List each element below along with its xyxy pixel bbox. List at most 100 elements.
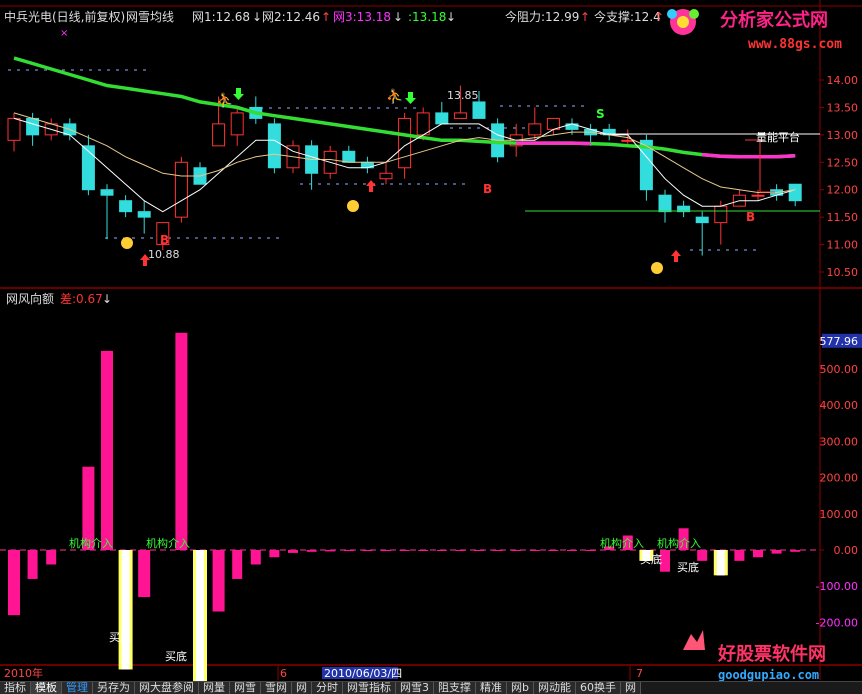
tab-4[interactable]: 网大盘参阅 xyxy=(135,682,199,694)
jigou-label-3: 机构介入 xyxy=(600,536,644,550)
w3-arrow: ↓ xyxy=(393,10,403,24)
date-month-7: 7 xyxy=(636,667,643,680)
wind-bar xyxy=(46,550,57,565)
w4-value: :13.18 xyxy=(408,10,446,24)
wind-bar xyxy=(697,550,708,561)
candle-body xyxy=(174,161,188,218)
buy-bottom-bar-core xyxy=(196,550,204,684)
maidi-label-1: 买底 xyxy=(109,630,131,644)
candle-body xyxy=(788,183,802,202)
tab-16[interactable]: 60换手 xyxy=(575,682,621,694)
wind-bar xyxy=(269,550,280,558)
date-month-6: 6 xyxy=(280,667,287,680)
indicator-name: 网雪均线 xyxy=(126,10,174,24)
tab-12[interactable]: 阻支撑 xyxy=(434,682,476,694)
money-bag-icon xyxy=(651,262,663,274)
wind-bar xyxy=(138,550,151,598)
wind-bar xyxy=(734,550,745,561)
jigou-label-4: 机构介入 xyxy=(657,536,701,550)
candle-body xyxy=(119,200,133,213)
wind-bar xyxy=(362,550,373,552)
watermark-bottom-url: goodgupiao.com xyxy=(718,668,819,682)
wind-bar xyxy=(232,550,243,579)
wind-bar xyxy=(455,550,466,551)
price-tick-label: 14.00 xyxy=(827,74,859,87)
candle-body xyxy=(695,216,709,224)
tab-1[interactable]: 模板 xyxy=(31,682,62,694)
tab-3[interactable]: 另存为 xyxy=(93,682,135,694)
tab-8[interactable]: 网 xyxy=(292,682,312,694)
tab-9[interactable]: 分时 xyxy=(312,682,343,694)
tab-15[interactable]: 网动能 xyxy=(533,682,576,694)
candle-body xyxy=(416,112,430,136)
wind-bar xyxy=(585,550,596,551)
volume-tick-label: 200.00 xyxy=(820,472,859,485)
wind-bar xyxy=(418,550,429,551)
tab-0[interactable]: 指标 xyxy=(0,682,31,694)
watermark-top-url: www.88gs.com xyxy=(748,37,842,52)
w1-arrow: ↓ xyxy=(252,10,262,24)
tab-2[interactable]: 管理 xyxy=(62,682,93,694)
tab-7[interactable]: 雪网 xyxy=(261,682,292,694)
wind-bar xyxy=(27,550,38,579)
wind-bar xyxy=(474,550,484,551)
volume-tick-label: -100.00 xyxy=(816,580,858,593)
w2-value: 网2:12.46 xyxy=(262,10,320,24)
candle-body xyxy=(342,150,356,163)
tab-5[interactable]: 网量 xyxy=(199,682,230,694)
tab-13[interactable]: 精准 xyxy=(476,682,507,694)
wind-bar xyxy=(511,550,522,551)
wind-bar xyxy=(325,550,336,552)
tab-10[interactable]: 网雪指标 xyxy=(343,682,396,694)
indicator-tab-bar: 指标 模板 管理 另存为 网大盘参阅 网量 网雪 雪网网分时 网雪指标 网雪3 阻支撑 精准 网b 网动能… xyxy=(0,681,862,694)
w1-value: 网1:12.68 xyxy=(192,10,250,24)
candle-body xyxy=(81,145,95,191)
candle-body xyxy=(267,123,281,169)
wind-bar xyxy=(381,550,391,552)
candle-body xyxy=(658,194,672,213)
wind-bar xyxy=(250,550,261,565)
buy-signal-B-1: B xyxy=(160,233,169,247)
wind-bar xyxy=(790,550,801,552)
buy-signal-B-2: B xyxy=(483,182,492,196)
jigou-label-2: 机构介入 xyxy=(146,536,190,550)
candle-body xyxy=(230,112,244,136)
resistance-value: 今阻力:12.99 xyxy=(505,9,579,24)
tab-11[interactable]: 网雪3 xyxy=(396,682,434,694)
wind-bar xyxy=(8,550,20,616)
sub-diff: 差:0.67 xyxy=(60,292,103,306)
candle-body xyxy=(751,194,765,197)
runner-icon: ⛹ xyxy=(216,91,233,109)
ma-highlight-segment xyxy=(516,141,591,146)
candle-body xyxy=(212,123,226,147)
w2-arrow: ↑ xyxy=(321,10,331,24)
support-arrow: ↑ xyxy=(654,10,664,24)
candle-body xyxy=(714,205,728,224)
selected-date: 2010/06/03/四 xyxy=(324,667,402,680)
wind-bar xyxy=(343,550,354,552)
buy-bottom-bar-core xyxy=(121,550,130,670)
w4-arrow: ↓ xyxy=(446,10,456,24)
volume-tick-label: -200.00 xyxy=(816,616,858,629)
price-tick-label: 13.00 xyxy=(827,129,859,142)
stock-title: 中兵光电(日线,前复权) xyxy=(4,9,125,24)
tab-14[interactable]: 网b xyxy=(507,682,534,694)
buy-bottom-bar-core xyxy=(716,550,725,576)
wind-bar xyxy=(529,550,540,551)
wind-bar xyxy=(175,332,188,550)
wind-bar xyxy=(436,550,447,551)
sub-diff-arrow: ↓ xyxy=(102,292,112,306)
tab-17[interactable]: 网 xyxy=(620,682,641,694)
tab-6[interactable]: 网雪 xyxy=(230,682,261,694)
candle-body xyxy=(7,117,21,141)
candle-body xyxy=(472,101,486,119)
volume-tick-label: 400.00 xyxy=(820,399,859,412)
price-tick-label: 11.00 xyxy=(827,239,859,252)
volume-tick-label: 300.00 xyxy=(820,435,859,448)
wind-bar xyxy=(399,550,410,551)
candle-body xyxy=(453,112,467,119)
price-tick-label: 13.50 xyxy=(827,101,859,114)
candle-body xyxy=(137,211,151,218)
wind-bar xyxy=(212,550,225,612)
price-tick-label: 12.50 xyxy=(827,156,859,169)
